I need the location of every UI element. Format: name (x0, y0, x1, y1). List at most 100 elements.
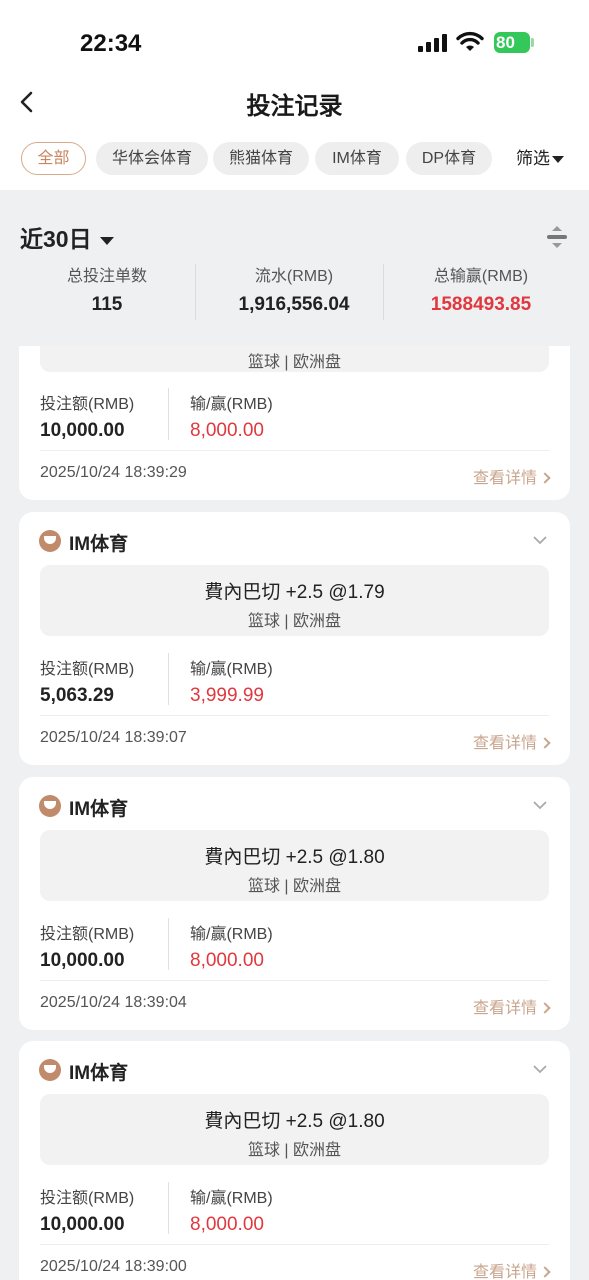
bet-record-list: 篮球 | 欧洲盘 投注额(RMB) 10,000.00 输/赢(RMB) 8,0… (0, 346, 589, 1280)
period-dropdown-icon (99, 236, 114, 245)
battery-icon: 80 (494, 32, 530, 53)
stat-value: 1,916,556.04 (238, 294, 350, 315)
win-loss-block: 输/赢(RMB) 8,000.00 (190, 920, 273, 972)
platform-name: IM体育 (69, 534, 129, 555)
platform-name: IM体育 (69, 799, 129, 820)
platform-tabs: 全部 华体会体育 熊猫体育 IM体育 DP体育 筛选 (0, 142, 589, 176)
status-bar: 22:34 80 (0, 0, 589, 86)
match-info: 費內巴切 +2.5 @1.79 篮球 | 欧洲盘 (40, 565, 549, 636)
platform-logo-icon (39, 1059, 61, 1081)
stat-value: 1588493.85 (430, 294, 532, 315)
cellular-signal-icon (418, 34, 447, 52)
bet-time: 2025/10/24 18:39:07 (40, 729, 187, 746)
sort-icon[interactable] (546, 224, 568, 250)
match-subtitle: 篮球 | 欧洲盘 (247, 613, 342, 630)
win-loss-value: 3,999.99 (190, 685, 264, 706)
row-divider (40, 715, 549, 716)
row-divider (40, 980, 549, 981)
platform-logo-icon (39, 530, 61, 552)
view-details-label: 查看详情 (473, 470, 538, 487)
bet-time: 2025/10/24 18:39:00 (40, 1258, 187, 1275)
stat-label: 流水(RMB) (254, 268, 334, 285)
bet-amount-value: 10,000.00 (40, 1214, 125, 1235)
chevron-down-icon[interactable] (532, 799, 548, 811)
wifi-icon (456, 31, 484, 51)
stat-divider (195, 264, 196, 320)
tab-panda[interactable]: 熊猫体育 (213, 142, 309, 175)
column-divider (168, 653, 169, 705)
match-info: 篮球 | 欧洲盘 (40, 346, 549, 372)
chevron-right-icon (539, 737, 551, 749)
column-divider (168, 388, 169, 440)
header-area: 22:34 80 投注记录 全部 华体会体育 熊猫体育 IM体育 DP体育 筛选 (0, 0, 589, 190)
page-title: 投注记录 (246, 93, 343, 120)
stat-net-win-loss: 总输赢(RMB) 1588493.85 (386, 262, 576, 316)
match-title: 費內巴切 +2.5 @1.80 (204, 847, 385, 868)
bet-amount-value: 5,063.29 (40, 685, 114, 706)
chevron-right-icon (539, 1266, 551, 1278)
chevron-right-icon (539, 472, 551, 484)
stat-turnover: 流水(RMB) 1,916,556.04 (199, 262, 389, 316)
battery-level: 80 (496, 33, 515, 52)
stat-total-bets: 总投注单数 115 (12, 262, 202, 316)
tab-dp[interactable]: DP体育 (406, 142, 492, 175)
stat-label: 总输赢(RMB) (433, 268, 529, 285)
match-title: 費內巴切 +2.5 @1.80 (204, 1111, 385, 1132)
battery-tip (531, 38, 534, 47)
platform-logo-icon (39, 795, 61, 817)
filter-label: 筛选 (516, 149, 550, 168)
match-subtitle: 篮球 | 欧洲盘 (247, 354, 342, 371)
view-details-link[interactable]: 查看详情 (473, 994, 551, 1018)
win-loss-label: 输/赢(RMB) (190, 1190, 273, 1207)
view-details-label: 查看详情 (473, 1264, 538, 1280)
view-details-link[interactable]: 查看详情 (473, 1258, 551, 1280)
bet-card[interactable]: IM体育 費內巴切 +2.5 @1.79 篮球 | 欧洲盘 投注额(RMB) 5… (19, 512, 570, 765)
tab-im[interactable]: IM体育 (315, 142, 399, 175)
chevron-right-icon (539, 1002, 551, 1014)
bet-amount-block: 投注额(RMB) 5,063.29 (40, 655, 134, 707)
match-info: 費內巴切 +2.5 @1.80 篮球 | 欧洲盘 (40, 830, 549, 901)
tab-huatihui[interactable]: 华体会体育 (96, 142, 208, 175)
platform-name: IM体育 (69, 1063, 129, 1084)
match-subtitle: 篮球 | 欧洲盘 (247, 878, 342, 895)
bet-amount-label: 投注额(RMB) (40, 1190, 135, 1207)
match-info: 費內巴切 +2.5 @1.80 篮球 | 欧洲盘 (40, 1094, 549, 1165)
view-details-link[interactable]: 查看详情 (473, 464, 551, 488)
filter-dropdown-icon (552, 156, 564, 164)
stat-value: 115 (91, 294, 123, 315)
view-details-link[interactable]: 查看详情 (473, 729, 551, 753)
period-label: 近30日 (20, 226, 92, 252)
nav-bar: 投注记录 (0, 80, 589, 125)
stat-label: 总投注单数 (66, 268, 147, 285)
bet-card[interactable]: IM体育 費內巴切 +2.5 @1.80 篮球 | 欧洲盘 投注额(RMB) 1… (19, 777, 570, 1030)
stat-divider (383, 264, 384, 320)
bet-amount-value: 10,000.00 (40, 420, 125, 441)
match-subtitle: 篮球 | 欧洲盘 (247, 1142, 342, 1159)
bet-time: 2025/10/24 18:39:04 (40, 994, 187, 1011)
bet-amount-block: 投注额(RMB) 10,000.00 (40, 920, 134, 972)
chevron-down-icon[interactable] (532, 1063, 548, 1075)
win-loss-label: 输/赢(RMB) (190, 926, 273, 943)
match-title: 費內巴切 +2.5 @1.79 (204, 582, 385, 603)
bet-amount-label: 投注额(RMB) (40, 661, 135, 678)
win-loss-value: 8,000.00 (190, 950, 264, 971)
bet-card[interactable]: IM体育 費內巴切 +2.5 @1.80 篮球 | 欧洲盘 投注额(RMB) 1… (19, 1041, 570, 1280)
win-loss-block: 输/赢(RMB) 8,000.00 (190, 390, 273, 442)
row-divider (40, 1244, 549, 1245)
view-details-label: 查看详情 (473, 1000, 538, 1017)
win-loss-label: 输/赢(RMB) (190, 661, 273, 678)
filter-button[interactable]: 筛选 (510, 142, 589, 175)
period-selector[interactable]: 近30日 (20, 220, 114, 254)
tab-all[interactable]: 全部 (21, 142, 86, 175)
bet-card[interactable]: 篮球 | 欧洲盘 投注额(RMB) 10,000.00 输/赢(RMB) 8,0… (19, 346, 570, 500)
bet-amount-block: 投注额(RMB) 10,000.00 (40, 1184, 134, 1236)
bet-amount-label: 投注额(RMB) (40, 926, 135, 943)
chevron-down-icon[interactable] (532, 534, 548, 546)
bet-time: 2025/10/24 18:39:29 (40, 464, 187, 481)
win-loss-value: 8,000.00 (190, 1214, 264, 1235)
win-loss-value: 8,000.00 (190, 420, 264, 441)
win-loss-block: 输/赢(RMB) 8,000.00 (190, 1184, 273, 1236)
summary-stats: 总投注单数 115 流水(RMB) 1,916,556.04 总输赢(RMB) … (0, 262, 589, 324)
win-loss-label: 输/赢(RMB) (190, 396, 273, 413)
column-divider (168, 918, 169, 970)
